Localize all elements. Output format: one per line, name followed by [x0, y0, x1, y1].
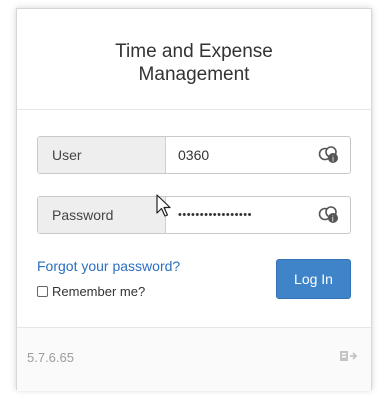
- mouse-cursor-icon: [156, 194, 171, 217]
- remember-me-checkbox[interactable]: [37, 286, 48, 297]
- language-switch-icon[interactable]: [339, 348, 359, 364]
- login-header: Time and Expense Management: [17, 9, 371, 110]
- remember-me[interactable]: Remember me?: [37, 284, 145, 299]
- version-label: 5.7.6.65: [27, 350, 74, 365]
- login-footer: 5.7.6.65: [17, 327, 371, 391]
- user-label: User: [38, 137, 166, 173]
- login-button[interactable]: Log In: [276, 259, 351, 299]
- user-value: 0360: [178, 147, 210, 163]
- user-input[interactable]: 0360 i: [166, 137, 350, 173]
- password-value: •••••••••••••••••: [178, 209, 252, 221]
- svg-text:i: i: [332, 155, 334, 164]
- key-manager-icon[interactable]: i: [318, 206, 340, 224]
- password-input[interactable]: ••••••••••••••••• i: [166, 197, 350, 233]
- remember-me-label: Remember me?: [52, 284, 146, 299]
- forgot-password-link[interactable]: Forgot your password?: [37, 258, 180, 274]
- login-card: Time and Expense Management User 0360 i …: [16, 8, 372, 391]
- app-title: Time and Expense Management: [115, 41, 273, 85]
- password-label: Password: [38, 197, 166, 233]
- user-field[interactable]: User 0360 i: [37, 136, 351, 174]
- key-manager-icon[interactable]: i: [318, 146, 340, 164]
- svg-text:i: i: [332, 215, 334, 224]
- password-field[interactable]: Password ••••••••••••••••• i: [37, 196, 351, 234]
